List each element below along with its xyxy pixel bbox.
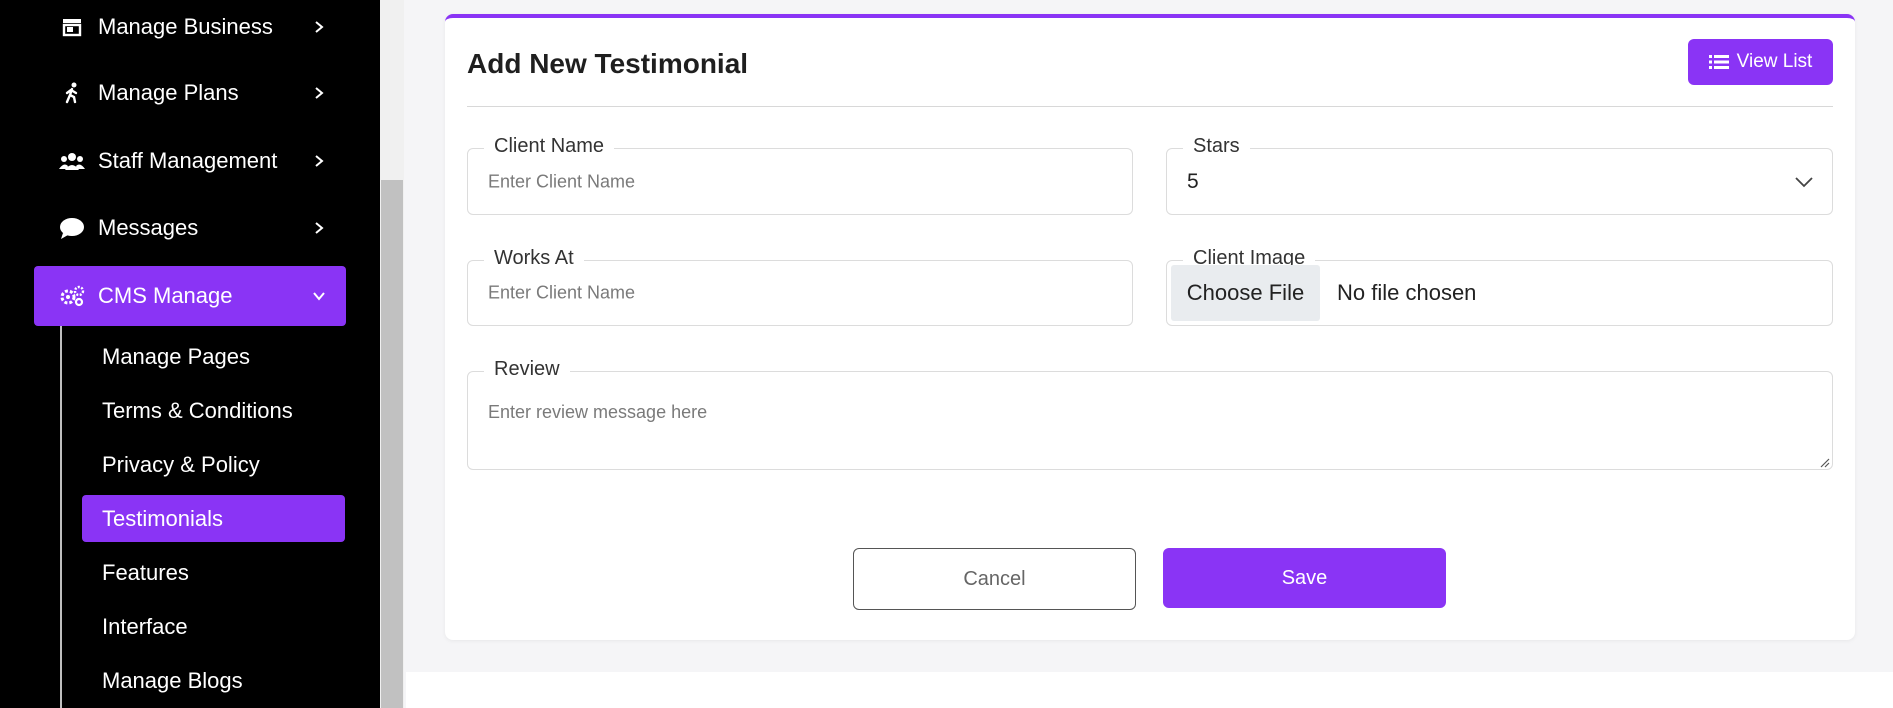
sidebar-item-messages[interactable]: Messages — [34, 198, 346, 258]
chevron-right-icon — [308, 16, 330, 38]
sidebar-item-cms-manage[interactable]: CMS Manage — [34, 266, 346, 326]
store-icon — [58, 13, 86, 41]
save-button[interactable]: Save — [1163, 548, 1446, 608]
chevron-down-icon — [1794, 176, 1814, 188]
sidebar-subitem-terms[interactable]: Terms & Conditions — [82, 387, 345, 434]
sidebar-subitem-testimonials[interactable]: Testimonials — [82, 495, 345, 542]
sidebar-subitem-privacy[interactable]: Privacy & Policy — [82, 441, 345, 488]
sidebar-item-label: Manage Plans — [98, 80, 239, 105]
review-label: Review — [484, 358, 570, 381]
sidebar-subitem-manage-pages[interactable]: Manage Pages — [82, 333, 345, 380]
sidebar: Manage Business Manage Plans Staff Manag… — [0, 0, 380, 708]
list-icon — [1708, 54, 1729, 70]
client-image-field: Client Image Choose File No file chosen — [1166, 247, 1833, 326]
sidebar-subitem-manage-blogs[interactable]: Manage Blogs — [82, 657, 345, 704]
walking-icon — [58, 79, 86, 107]
cogs-icon — [58, 282, 86, 310]
sidebar-item-staff-management[interactable]: Staff Management — [34, 131, 346, 191]
sidebar-subitem-interface[interactable]: Interface — [82, 603, 345, 650]
chevron-right-icon — [308, 82, 330, 104]
sidebar-item-manage-business[interactable]: Manage Business — [34, 0, 346, 57]
cancel-button[interactable]: Cancel — [853, 548, 1136, 610]
review-textarea[interactable]: Review Enter review message here — [467, 358, 1833, 470]
sidebar-item-label: CMS Manage — [98, 283, 233, 308]
sidebar-item-manage-plans[interactable]: Manage Plans — [34, 63, 346, 123]
page-title: Add New Testimonial — [467, 48, 749, 79]
view-list-button[interactable]: View List — [1688, 39, 1833, 85]
users-icon — [58, 147, 86, 175]
client-name-label: Client Name — [484, 135, 615, 158]
works-at-label: Works At — [484, 247, 584, 270]
subitem-label: Terms & Conditions — [102, 397, 293, 423]
sidebar-scrollbar-thumb[interactable] — [381, 180, 403, 708]
subitem-label: Features — [102, 559, 189, 585]
resize-handle-icon[interactable] — [1818, 455, 1830, 468]
stars-value: 5 — [1187, 169, 1199, 193]
sidebar-subitem-features[interactable]: Features — [82, 549, 345, 596]
subitem-label: Testimonials — [102, 505, 224, 531]
view-list-label: View List — [1736, 51, 1813, 72]
subitem-label: Manage Pages — [102, 343, 250, 369]
subitem-label: Manage Blogs — [102, 667, 243, 693]
stars-label: Stars — [1183, 135, 1250, 158]
sidebar-item-label: Messages — [98, 215, 199, 240]
client-name-placeholder: Enter Client Name — [488, 171, 636, 191]
content-footer-area — [406, 672, 1893, 708]
works-at-placeholder: Enter Client Name — [488, 282, 636, 303]
client-name-field[interactable]: Client Name Enter Client Name — [467, 135, 1133, 215]
choose-file-button[interactable]: Choose File — [1171, 265, 1320, 321]
chat-icon — [58, 214, 86, 242]
chevron-right-icon — [308, 150, 330, 172]
works-at-field[interactable]: Works At Enter Client Name — [467, 247, 1133, 326]
header-divider — [467, 106, 1833, 107]
review-placeholder: Enter review message here — [488, 402, 708, 422]
chevron-right-icon — [308, 217, 330, 239]
subitem-label: Interface — [102, 613, 188, 639]
sidebar-item-label: Manage Business — [98, 14, 273, 39]
chevron-down-icon — [308, 285, 330, 307]
testimonial-form-card: Add New Testimonial View List Client Nam… — [445, 14, 1855, 640]
stars-select[interactable]: Stars 5 — [1166, 135, 1833, 215]
subitem-label: Privacy & Policy — [102, 451, 260, 477]
submenu-guide-line — [60, 326, 62, 708]
sidebar-item-label: Staff Management — [98, 148, 278, 173]
file-status-text: No file chosen — [1337, 280, 1477, 305]
